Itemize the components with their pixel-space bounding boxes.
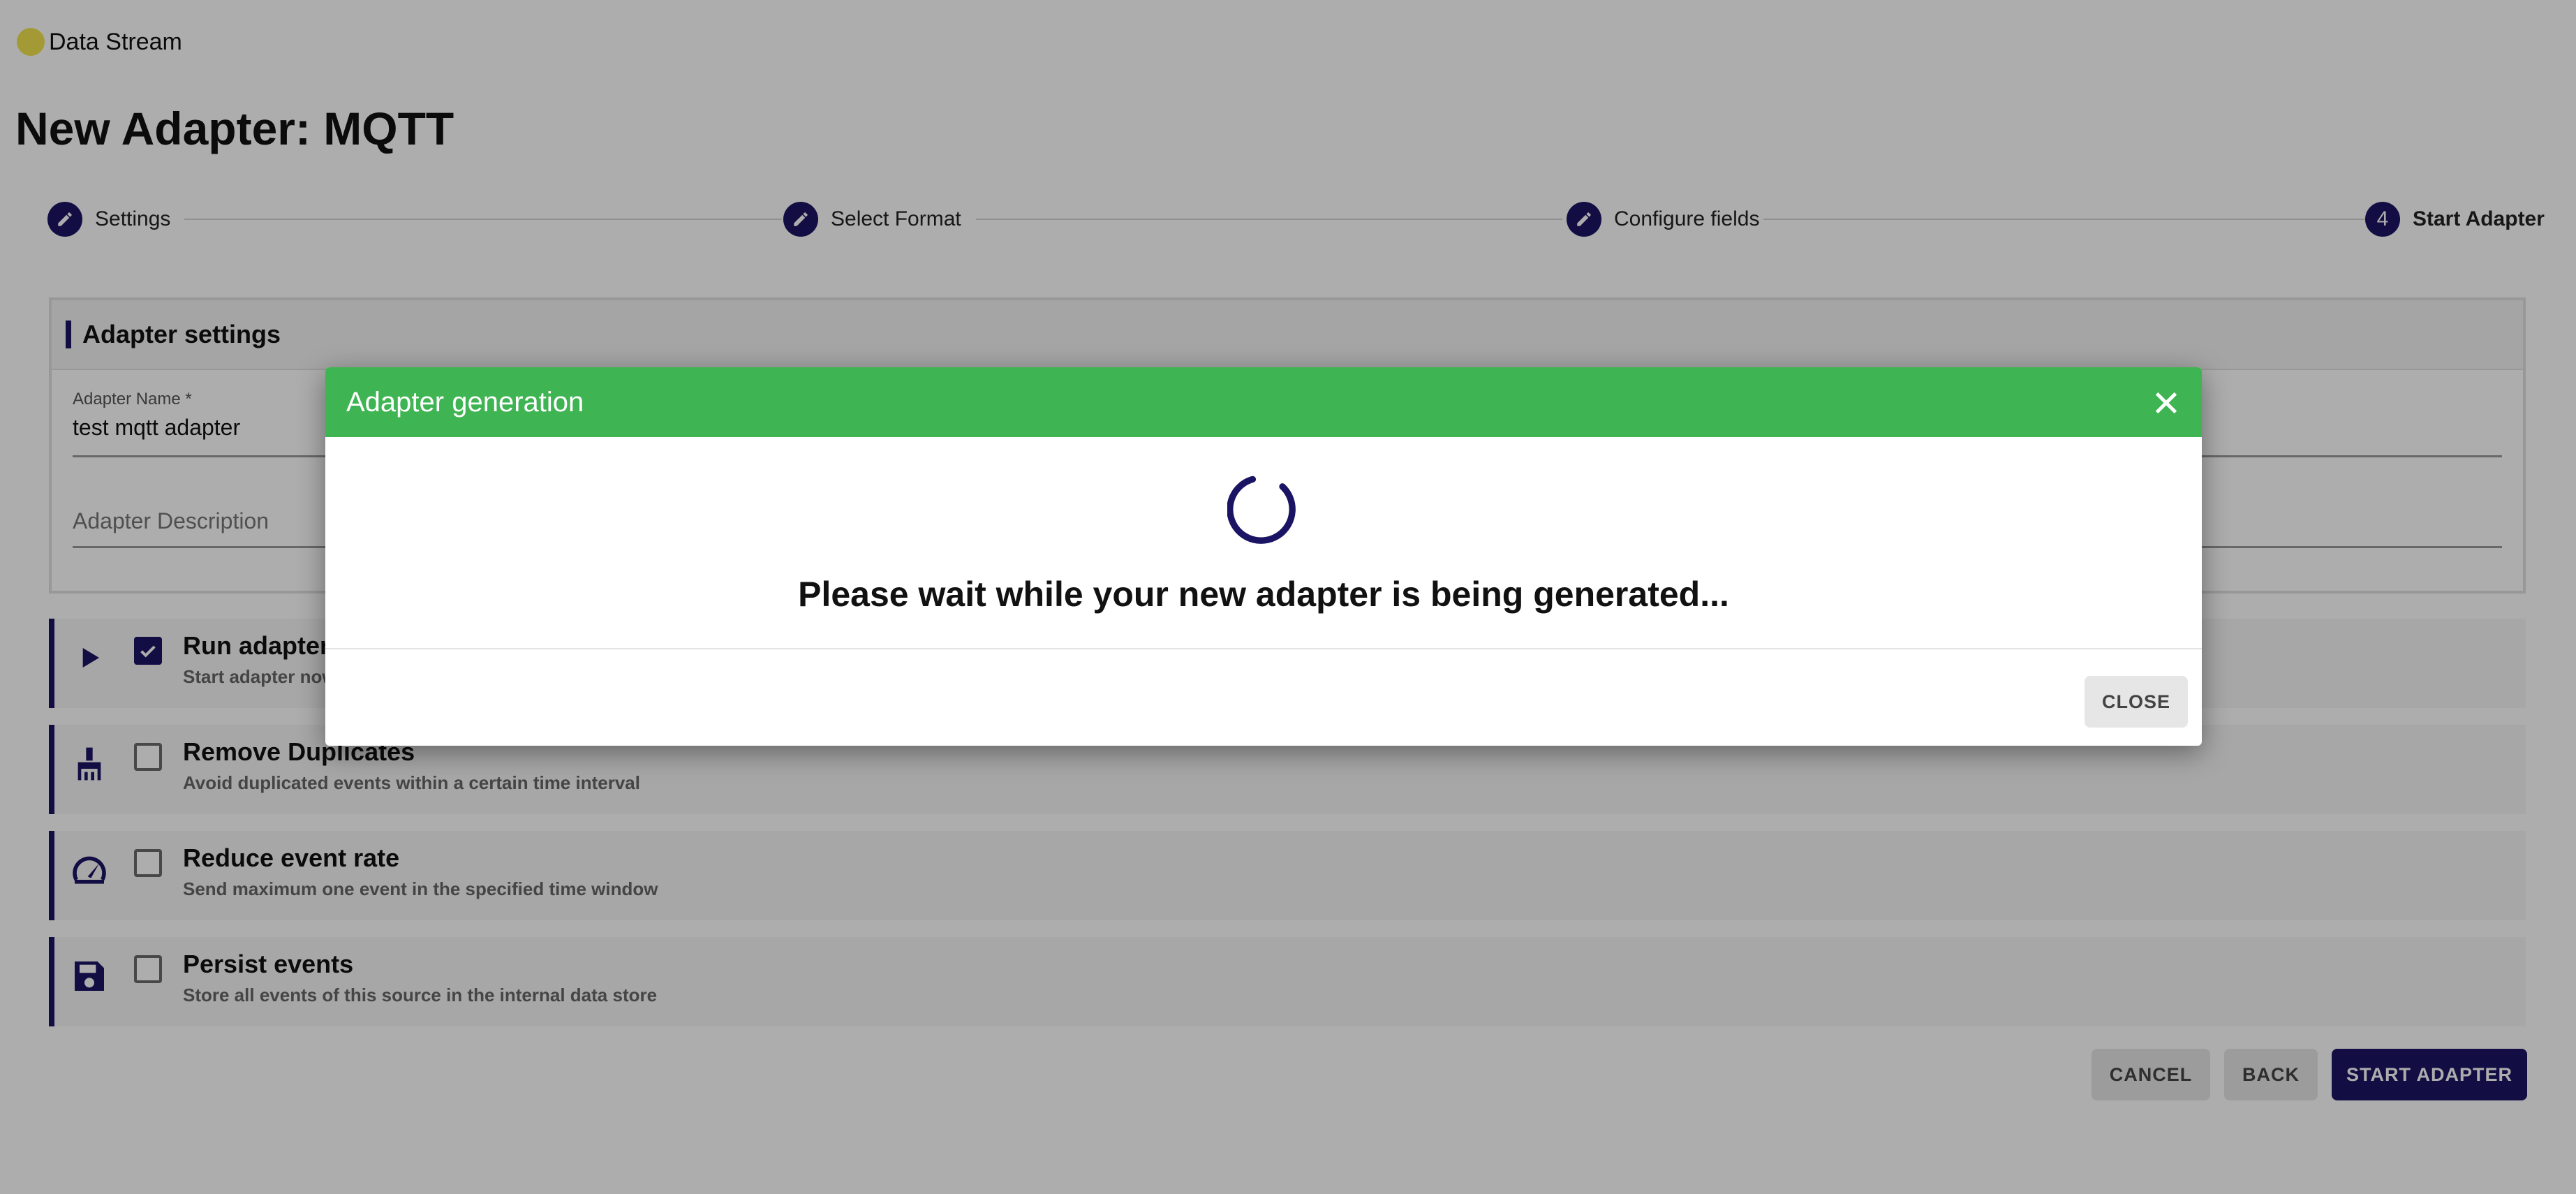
dialog-close-button[interactable]: CLOSE (2085, 676, 2188, 728)
loading-spinner-icon (1227, 476, 1296, 544)
dialog-message: Please wait while your new adapter is be… (798, 575, 1729, 614)
dialog-title: Adapter generation (346, 386, 584, 418)
adapter-generation-dialog: Adapter generation Please wait while you… (325, 367, 2202, 746)
dialog-header: Adapter generation (325, 367, 2202, 437)
close-icon[interactable] (2150, 387, 2182, 419)
dialog-divider (325, 648, 2202, 649)
